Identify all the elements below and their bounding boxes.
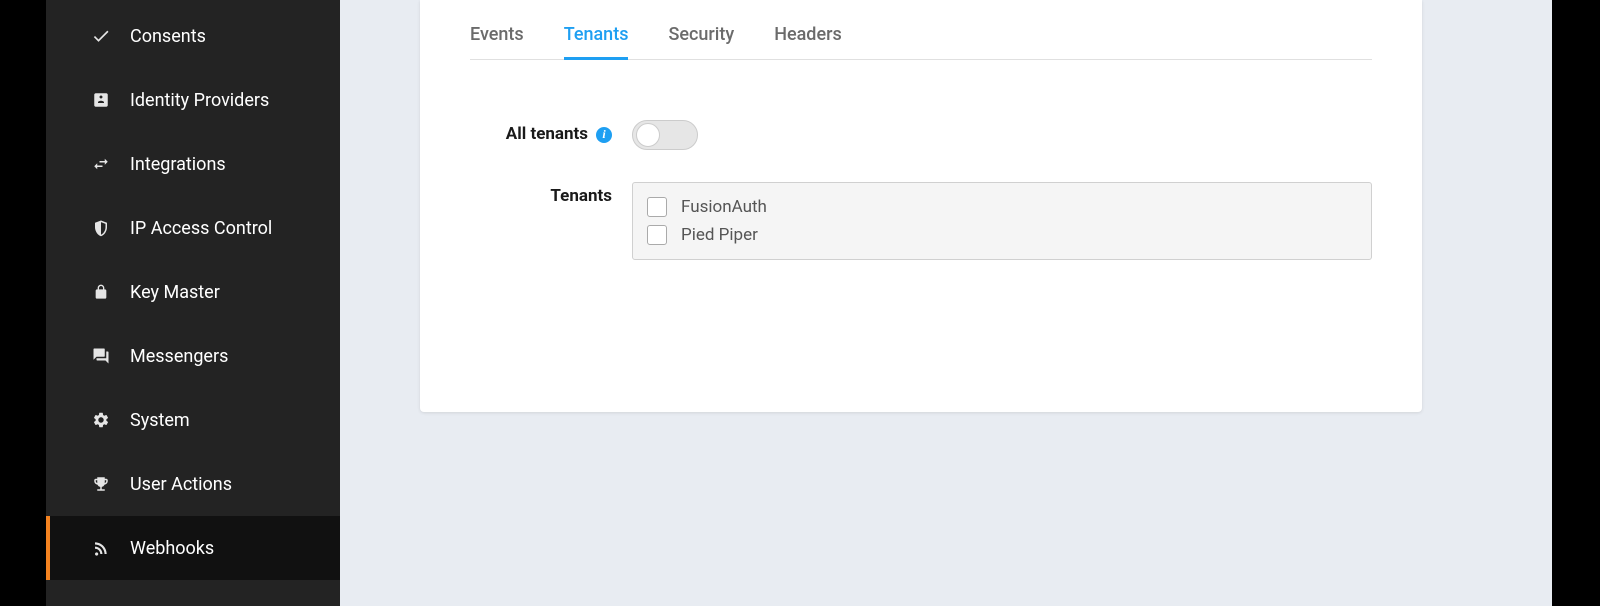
- sidebar-item-messengers[interactable]: Messengers: [46, 324, 340, 388]
- sidebar-item-label: Key Master: [130, 282, 220, 303]
- sidebar: Consents Identity Providers Integrations…: [46, 0, 340, 606]
- tab-headers[interactable]: Headers: [774, 14, 842, 60]
- exchange-icon: [90, 153, 112, 175]
- sidebar-item-label: Webhooks: [130, 538, 214, 559]
- sidebar-item-ip-access-control[interactable]: IP Access Control: [46, 196, 340, 260]
- shield-icon: [90, 217, 112, 239]
- form-row-tenants: Tenants FusionAuth Pied Piper: [470, 182, 1372, 260]
- id-badge-icon: [90, 89, 112, 111]
- sidebar-item-integrations[interactable]: Integrations: [46, 132, 340, 196]
- tab-tenants[interactable]: Tenants: [564, 14, 629, 60]
- sidebar-item-consents[interactable]: Consents: [46, 4, 340, 68]
- tenants-list: FusionAuth Pied Piper: [632, 182, 1372, 260]
- tab-security[interactable]: Security: [668, 14, 734, 60]
- all-tenants-label: All tenants: [506, 124, 588, 144]
- sidebar-item-label: Integrations: [130, 154, 226, 175]
- check-icon: [90, 25, 112, 47]
- form-area: All tenants i Tenants F: [470, 60, 1372, 260]
- sidebar-item-label: Messengers: [130, 346, 228, 367]
- tenant-checkbox-piedpiper[interactable]: [647, 225, 667, 245]
- tenant-row: FusionAuth: [647, 193, 1357, 221]
- sidebar-item-label: IP Access Control: [130, 218, 272, 239]
- comments-icon: [90, 345, 112, 367]
- rss-icon: [90, 537, 112, 559]
- tenant-row: Pied Piper: [647, 221, 1357, 249]
- sidebar-item-label: Identity Providers: [130, 90, 269, 111]
- sidebar-item-label: Consents: [130, 26, 206, 47]
- sidebar-item-system[interactable]: System: [46, 388, 340, 452]
- sidebar-item-label: User Actions: [130, 474, 232, 495]
- tenants-label: Tenants: [550, 186, 612, 206]
- tab-events[interactable]: Events: [470, 14, 524, 60]
- tenant-name: FusionAuth: [681, 197, 767, 217]
- sidebar-item-user-actions[interactable]: User Actions: [46, 452, 340, 516]
- info-icon[interactable]: i: [596, 127, 612, 143]
- form-row-all-tenants: All tenants i: [470, 120, 1372, 150]
- tabs: Events Tenants Security Headers: [470, 14, 1372, 60]
- tenant-checkbox-fusionauth[interactable]: [647, 197, 667, 217]
- content-area: Events Tenants Security Headers All tena…: [340, 0, 1552, 606]
- lock-icon: [90, 281, 112, 303]
- tenant-name: Pied Piper: [681, 225, 758, 245]
- sidebar-item-webhooks[interactable]: Webhooks: [46, 516, 340, 580]
- all-tenants-toggle[interactable]: [632, 120, 698, 150]
- settings-card: Events Tenants Security Headers All tena…: [420, 0, 1422, 412]
- gear-icon: [90, 409, 112, 431]
- sidebar-item-key-master[interactable]: Key Master: [46, 260, 340, 324]
- sidebar-item-identity-providers[interactable]: Identity Providers: [46, 68, 340, 132]
- sidebar-item-label: System: [130, 410, 190, 431]
- trophy-icon: [90, 473, 112, 495]
